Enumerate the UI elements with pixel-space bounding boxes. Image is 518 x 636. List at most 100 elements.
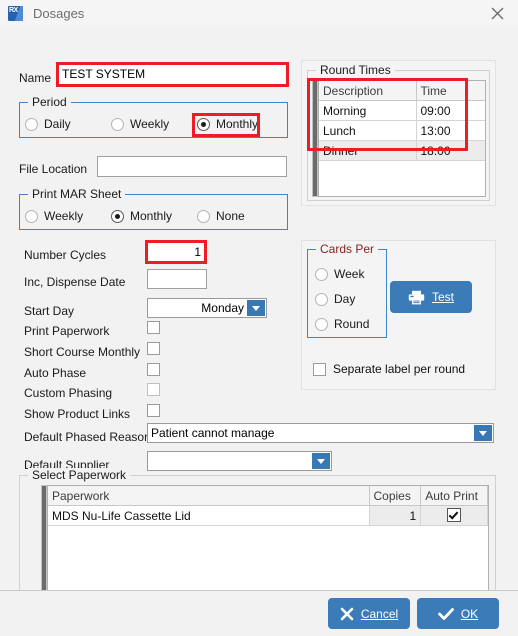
cell-description: Lunch (319, 120, 417, 141)
radio-dot (315, 317, 328, 331)
round-times-caption: Round Times (316, 63, 395, 77)
select-paperwork-caption: Select Paperwork (28, 468, 131, 482)
custom-phasing-label: Custom Phasing (24, 386, 113, 400)
auto-print-checkbox[interactable] (447, 508, 462, 522)
table-header-row: Paperwork Copies Auto Print (48, 486, 488, 506)
radio-dot (315, 267, 328, 281)
show-product-links-label: Show Product Links (24, 407, 131, 421)
printer-icon (408, 290, 425, 304)
chevron-down-icon[interactable] (312, 453, 330, 469)
start-day-select[interactable]: Monday (147, 298, 267, 318)
radio-dot (111, 209, 124, 223)
dialog-body: Name TEST SYSTEM Period Daily Weekly Mon… (0, 27, 518, 604)
chevron-down-icon[interactable] (247, 300, 265, 316)
number-cycles-label: Number Cycles (24, 248, 107, 262)
table-row[interactable]: Dinner 18:00 (319, 140, 485, 161)
cancel-accel: Cancel (360, 606, 399, 621)
number-cycles-input[interactable]: 1 (147, 242, 205, 262)
test-accel: Test (431, 290, 454, 304)
separate-label-per-round-row[interactable]: Separate label per round (313, 362, 465, 376)
separate-label-per-round-label: Separate label per round (333, 362, 466, 376)
scrollbar-thumb[interactable] (42, 486, 46, 597)
close-window-button[interactable] (476, 0, 518, 27)
radio-label: Round (334, 317, 370, 331)
short-course-monthly-label: Short Course Monthly (24, 345, 141, 359)
cancel-button-label: Cancel (361, 607, 398, 621)
column-header-description[interactable]: Description (319, 81, 417, 101)
cell-time: 09:00 (416, 100, 485, 121)
test-button[interactable]: Test (390, 281, 472, 313)
table-header-row: Description Time (319, 81, 485, 101)
radio-label: Day (334, 292, 356, 306)
radio-cards-per-week[interactable]: Week (315, 267, 364, 281)
select-paperwork-table[interactable]: Paperwork Copies Auto Print MDS Nu-Life … (47, 485, 489, 598)
print-paperwork-checkbox[interactable] (147, 321, 160, 334)
dialog-footer: Cancel OK (0, 590, 518, 636)
name-input[interactable]: TEST SYSTEM (58, 64, 287, 85)
cards-per-group: Cards Per Week Day Round (307, 242, 387, 338)
chevron-down-icon[interactable] (474, 425, 492, 441)
round-times-table[interactable]: Description Time Morning 09:00 Lunch 13:… (318, 80, 486, 197)
radio-label: Weekly (44, 209, 84, 223)
radio-label: Weekly (130, 117, 170, 131)
inc-dispense-date-input[interactable] (147, 269, 207, 289)
cancel-button[interactable]: Cancel (328, 598, 410, 629)
radio-mar-weekly[interactable]: Weekly (25, 209, 83, 223)
start-day-value: Monday (201, 301, 244, 315)
auto-phase-label: Auto Phase (24, 366, 87, 380)
file-location-input[interactable] (97, 156, 287, 177)
file-location-label: File Location (19, 162, 88, 176)
cards-per-caption: Cards Per (316, 242, 379, 256)
default-phased-reason-label: Default Phased Reason (24, 430, 151, 444)
table-row[interactable]: Morning 09:00 (319, 100, 485, 121)
radio-cards-per-round[interactable]: Round (315, 317, 369, 331)
ok-button-label: OK (461, 607, 478, 621)
cell-paperwork: MDS Nu-Life Cassette Lid (48, 505, 370, 526)
radio-cards-per-day[interactable]: Day (315, 292, 355, 306)
cell-time: 13:00 (416, 120, 485, 141)
column-header-paperwork[interactable]: Paperwork (48, 486, 370, 506)
default-phased-reason-select[interactable]: Patient cannot manage (147, 423, 494, 443)
table-row[interactable]: MDS Nu-Life Cassette Lid 1 (48, 505, 488, 526)
column-header-copies[interactable]: Copies (369, 486, 422, 506)
x-icon (340, 607, 354, 620)
close-icon (491, 7, 503, 20)
radio-label: Monthly (130, 209, 173, 223)
start-day-label: Start Day (24, 304, 75, 318)
ok-button[interactable]: OK (417, 598, 499, 629)
short-course-monthly-checkbox[interactable] (147, 342, 160, 355)
scrollbar-thumb[interactable] (313, 81, 317, 196)
cell-description: Dinner (319, 140, 417, 161)
radio-dot (197, 209, 210, 223)
custom-phasing-checkbox[interactable] (147, 383, 160, 396)
radio-period-weekly[interactable]: Weekly (111, 117, 169, 131)
ok-accel: OK (460, 606, 479, 621)
table-row[interactable]: Lunch 13:00 (319, 120, 485, 141)
radio-dot (25, 209, 38, 223)
radio-label: Daily (44, 117, 71, 131)
auto-phase-checkbox[interactable] (147, 363, 160, 376)
separate-label-per-round-checkbox[interactable] (313, 362, 326, 376)
radio-label: Week (334, 267, 365, 281)
radio-period-monthly[interactable]: Monthly (197, 117, 258, 131)
window-titlebar: Dosages (0, 0, 518, 28)
radio-dot (315, 292, 328, 306)
select-paperwork-grid: Paperwork Copies Auto Print MDS Nu-Life … (48, 486, 488, 526)
check-icon (437, 607, 454, 620)
column-header-time[interactable]: Time (416, 81, 485, 101)
cell-auto-print[interactable] (420, 505, 488, 526)
radio-label: None (216, 209, 245, 223)
cell-description: Morning (319, 100, 417, 121)
cell-copies: 1 (369, 505, 422, 526)
period-group: Period Daily Weekly Monthly (19, 95, 288, 138)
column-header-auto-print[interactable]: Auto Print (420, 486, 488, 506)
test-button-label: Test (432, 290, 454, 304)
radio-period-daily[interactable]: Daily (25, 117, 71, 131)
radio-label: Monthly (216, 117, 259, 131)
print-paperwork-label: Print Paperwork (24, 324, 110, 338)
radio-mar-monthly[interactable]: Monthly (111, 209, 172, 223)
round-times-grid: Description Time Morning 09:00 Lunch 13:… (319, 81, 485, 161)
period-caption: Period (28, 95, 71, 109)
radio-mar-none[interactable]: None (197, 209, 245, 223)
show-product-links-checkbox[interactable] (147, 404, 160, 417)
